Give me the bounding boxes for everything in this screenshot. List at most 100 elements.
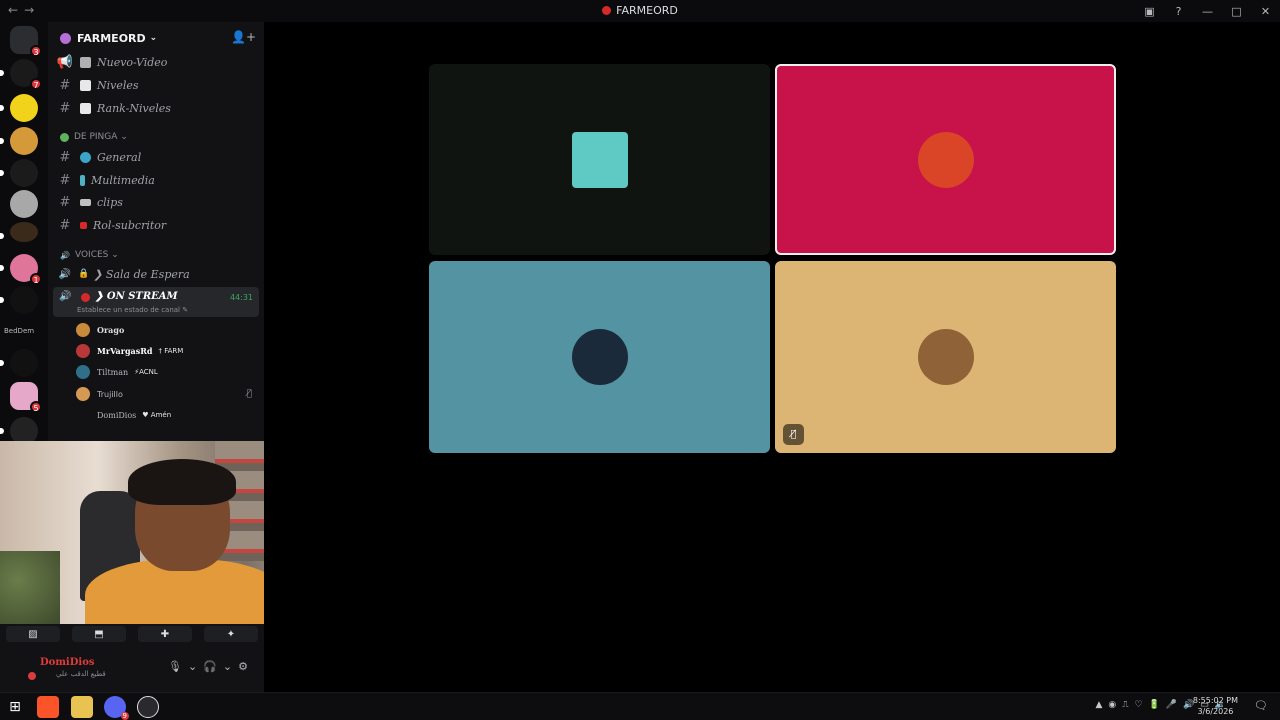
plant xyxy=(0,551,60,624)
nvidia-icon[interactable]: ◉ xyxy=(1108,700,1116,710)
server-icon-4[interactable] xyxy=(0,159,38,187)
unread-pip xyxy=(0,428,4,434)
discord-badge: 9 xyxy=(120,712,129,720)
server-badge: 7 xyxy=(30,78,42,90)
close-icon[interactable]: ✕ xyxy=(1251,0,1280,22)
screen-share-button[interactable]: ⬒ xyxy=(72,626,126,642)
server-icon-8[interactable] xyxy=(0,286,38,314)
channel-rank-niveles[interactable]: # Rank-Niveles xyxy=(54,97,258,119)
participant-tile[interactable]: 🎙̸ xyxy=(775,261,1116,453)
server-label[interactable]: BedDem xyxy=(4,327,34,335)
category-de-pinga[interactable]: DE PINGA ⌄ xyxy=(60,132,128,142)
channel-rol-subcritor[interactable]: # Rol-subcritor xyxy=(54,214,258,236)
obs-icon[interactable] xyxy=(137,696,159,718)
voice-channel-on-stream[interactable]: 🔊 ❯ ON STREAM 44:31 Establece un estado … xyxy=(53,287,259,317)
voice-user[interactable]: Orago xyxy=(76,320,256,340)
current-user-status: قطيع الدقب علي xyxy=(56,670,106,678)
server-icon-3[interactable] xyxy=(0,127,38,155)
app-icon[interactable]: ♡ xyxy=(1135,700,1143,710)
files-icon[interactable] xyxy=(71,696,93,718)
window-title: FARMEORD xyxy=(0,4,1280,17)
megaphone-icon: 📢 xyxy=(56,54,74,70)
camera-off-button[interactable]: ▨ xyxy=(6,626,60,642)
cross-icon xyxy=(80,221,87,229)
usb-icon[interactable]: ⎍ xyxy=(1122,700,1128,710)
server-icon-9[interactable] xyxy=(0,349,38,377)
channel-label: Rol-subcritor xyxy=(93,218,167,232)
notification-icon[interactable]: 🗨 xyxy=(1254,699,1268,712)
activities-button[interactable]: ✚ xyxy=(138,626,192,642)
channel-emoji-icon xyxy=(80,56,91,68)
inbox-icon[interactable]: ▣ xyxy=(1135,0,1164,22)
avatar xyxy=(76,365,90,379)
microphone-icon[interactable]: 🎤 xyxy=(1166,700,1177,710)
user-name: DomiDios xyxy=(97,410,137,420)
mic-muted-icon: 🎙̸ xyxy=(783,424,804,445)
speaker-icon: 🔊 xyxy=(59,291,72,302)
live-dot-icon xyxy=(81,293,90,302)
avatar xyxy=(76,323,90,337)
mic-muted-icon: 🎙̸ xyxy=(246,389,252,399)
battery-icon[interactable]: 🔋 xyxy=(1149,700,1160,710)
window-controls: ▣ ? — □ ✕ xyxy=(1135,0,1280,22)
help-icon[interactable]: ? xyxy=(1164,0,1193,22)
current-user-name[interactable]: DomiDios xyxy=(40,657,95,668)
soundboard-button[interactable]: ✦ xyxy=(204,626,258,642)
home-button[interactable]: 3 xyxy=(10,26,42,57)
headset-icon[interactable]: 🎧 xyxy=(203,660,217,673)
chevron-down-icon[interactable]: ⌄ xyxy=(188,660,197,673)
category-label: DE PINGA xyxy=(74,132,118,142)
tray-overflow-icon[interactable]: ▲ xyxy=(1095,700,1102,710)
server-icon-6[interactable] xyxy=(0,222,38,242)
invite-icon[interactable]: 👤+ xyxy=(231,30,256,44)
channel-clips[interactable]: # clips xyxy=(54,191,258,213)
user-panel: DomiDios قطيع الدقب علي 🎙 ⌄ 🎧 ⌄ ⚙ xyxy=(0,644,264,692)
channel-status[interactable]: Establece un estado de canal ✎ xyxy=(77,306,188,314)
discord-icon[interactable]: 9 xyxy=(104,696,129,720)
server-icon-5[interactable] xyxy=(10,190,38,218)
voice-user[interactable]: Trujillo 🎙̸ xyxy=(76,384,256,404)
server-badge: 1 xyxy=(30,273,42,285)
channel-label: clips xyxy=(97,195,123,209)
server-icon-1[interactable]: 7 xyxy=(0,59,42,90)
avatar xyxy=(76,387,90,401)
voice-user[interactable]: DomiDios ♥ Amén xyxy=(76,405,256,425)
clock[interactable]: 8:55:02 PM 3/6/2026 xyxy=(1193,695,1238,717)
channel-niveles[interactable]: # Niveles xyxy=(54,74,258,96)
start-icon[interactable]: ⊞ xyxy=(4,696,26,718)
hash-icon: # xyxy=(59,172,71,188)
voice-user[interactable]: MrVargasRd † FARM xyxy=(76,341,256,361)
clock-date: 3/6/2026 xyxy=(1197,707,1234,716)
channel-nuevo-video[interactable]: 📢 Nuevo-Video xyxy=(54,51,258,73)
channel-multimedia[interactable]: # Multimedia xyxy=(54,169,258,191)
user-name: MrVargasRd xyxy=(97,346,153,356)
minimize-icon[interactable]: — xyxy=(1193,0,1222,22)
streamer-hair xyxy=(128,459,236,505)
participant-tile-speaking[interactable] xyxy=(775,64,1116,255)
server-icon-2[interactable] xyxy=(0,94,38,122)
participant-tile[interactable] xyxy=(429,261,770,453)
channel-general[interactable]: # General xyxy=(54,146,258,168)
settings-icon[interactable]: ⚙ xyxy=(238,660,248,673)
microphone-icon[interactable]: 🎙 xyxy=(168,660,182,673)
participant-tile[interactable] xyxy=(429,64,770,255)
channel-label: Rank-Niveles xyxy=(97,101,171,115)
voice-channel-sala-de-espera[interactable]: 🔊 🔒 ❯ Sala de Espera xyxy=(54,263,258,285)
maximize-icon[interactable]: □ xyxy=(1222,0,1251,22)
avatar xyxy=(917,131,974,188)
voice-stage: 🎙̸ xyxy=(264,22,1280,692)
server-folder[interactable]: 5 xyxy=(10,382,42,413)
chevron-down-icon[interactable]: ⌄ xyxy=(223,660,232,673)
title-bar: ←→ FARMEORD ▣ ? — □ ✕ xyxy=(0,0,1280,22)
hash-icon: # xyxy=(59,217,71,233)
voice-user[interactable]: Tiltman ⚡ACNL xyxy=(76,362,256,382)
clapper-icon xyxy=(80,198,91,206)
category-voices[interactable]: 🔊 VOICES ⌄ xyxy=(60,250,119,260)
server-icon-7[interactable]: 1 xyxy=(0,254,42,285)
user-name: Trujillo xyxy=(97,389,123,399)
brave-icon[interactable] xyxy=(37,696,59,718)
unread-pip xyxy=(0,233,4,239)
chevron-down-icon: ⌄ xyxy=(120,132,128,142)
channel-label: Multimedia xyxy=(91,173,155,187)
discord-window: ←→ FARMEORD ▣ ? — □ ✕ 3 7 1 BedDem 5 FAR… xyxy=(0,0,1280,720)
